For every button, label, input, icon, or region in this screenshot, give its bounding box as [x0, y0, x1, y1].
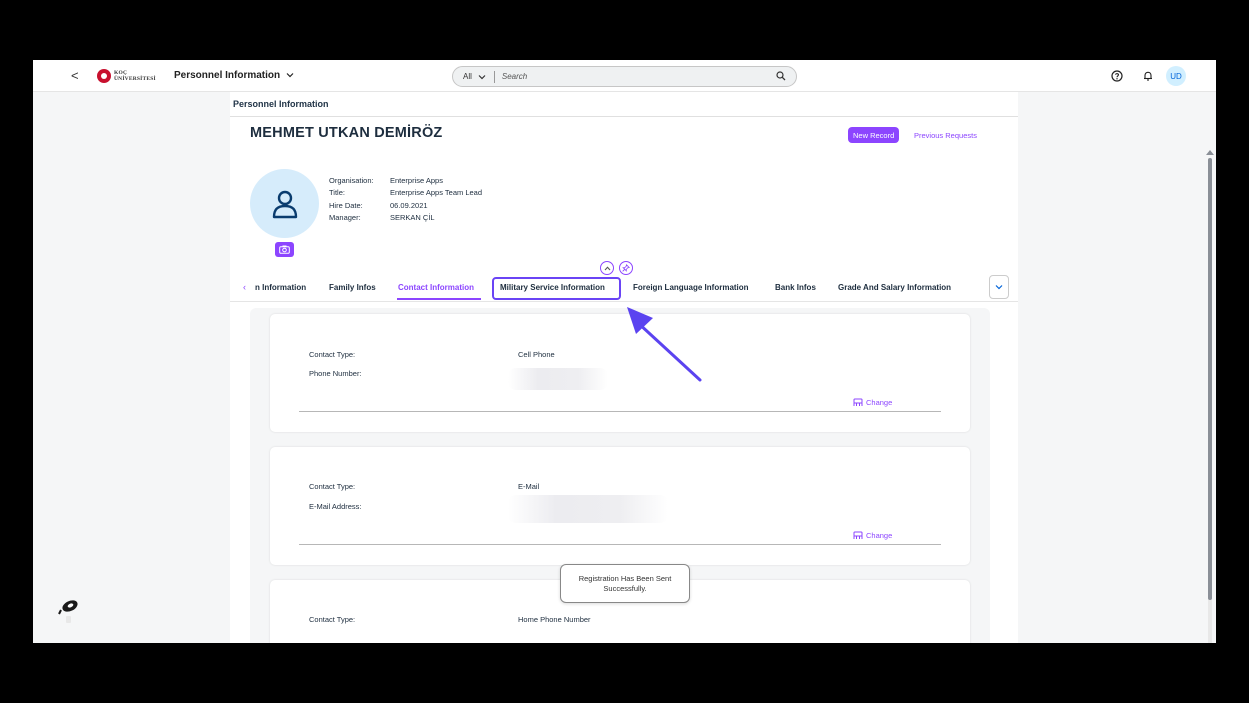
- email-address-value-redacted: [508, 495, 668, 523]
- tab-family-infos[interactable]: Family Infos: [329, 283, 376, 292]
- contact-type-value: E-Mail: [518, 482, 540, 491]
- info-row-organisation: Organisation: Enterprise Apps: [329, 176, 443, 185]
- chevron-down-icon: [478, 74, 486, 79]
- phone-number-label: Phone Number:: [309, 369, 362, 378]
- logo-mark-icon: [97, 69, 111, 83]
- scroll-up-icon[interactable]: [1206, 150, 1214, 155]
- contact-type-label: Contact Type:: [309, 615, 356, 624]
- page-scrollbar[interactable]: [1205, 150, 1215, 643]
- contact-type-value: Cell Phone: [518, 350, 555, 359]
- tab-foreign-language-information[interactable]: Foreign Language Information: [633, 283, 749, 292]
- breadcrumb: Personnel Information: [233, 99, 329, 109]
- edit-icon: [853, 398, 863, 406]
- tab-scroll-left-icon[interactable]: ‹: [243, 282, 246, 292]
- search-scope-value: All: [463, 72, 472, 81]
- header-controls: [600, 261, 633, 275]
- card-divider: [299, 544, 941, 545]
- contact-type-label: Contact Type:: [309, 350, 356, 359]
- change-button[interactable]: Change: [853, 531, 892, 540]
- email-address-label: E-Mail Address:: [309, 502, 362, 511]
- scroll-thumb[interactable]: [1208, 158, 1212, 600]
- contact-type-label: Contact Type:: [309, 482, 356, 491]
- contact-card-email: Contact Type: E-Mail E-Mail Address: Cha…: [270, 447, 970, 565]
- active-tab-indicator: [397, 298, 481, 300]
- header-divider: [230, 116, 1018, 117]
- search-bar: All Search: [452, 66, 797, 87]
- chevron-up-icon: [604, 265, 610, 270]
- collapse-header-button[interactable]: [600, 261, 614, 275]
- change-button[interactable]: Change: [853, 398, 892, 407]
- contact-card-cell-phone: Contact Type: Cell Phone Phone Number: C…: [270, 314, 970, 432]
- previous-requests-link[interactable]: Previous Requests: [914, 131, 977, 140]
- card-divider: [299, 411, 941, 412]
- university-logo[interactable]: KOÇ ÜNİVERSİTESİ: [97, 69, 156, 83]
- search-icon[interactable]: [774, 70, 788, 83]
- tab-personal-information[interactable]: n Information: [255, 283, 306, 292]
- user-avatar[interactable]: UD: [1166, 66, 1186, 86]
- change-photo-button[interactable]: [275, 242, 294, 257]
- edit-icon: [853, 531, 863, 539]
- employee-name: MEHMET UTKAN DEMİRÖZ: [250, 125, 443, 141]
- new-record-button[interactable]: New Record: [848, 127, 900, 143]
- employee-info: Organisation: Enterprise Apps Title: Enter…: [329, 175, 482, 224]
- phone-number-value-redacted: [508, 368, 608, 390]
- chevron-down-icon: [995, 285, 1003, 290]
- success-toast: Registration Has Been Sent Successfully.: [560, 564, 690, 603]
- object-page: Personnel Information MEHMET UTKAN DEMİR…: [230, 92, 1214, 643]
- notification-bell-icon[interactable]: [1141, 69, 1155, 83]
- info-row-manager: Manager: SERKAN ÇİL: [329, 212, 435, 222]
- app-title-menu[interactable]: Personnel Information: [174, 70, 294, 81]
- tab-highlight-box: [492, 277, 621, 300]
- app-title: Personnel Information: [174, 70, 281, 81]
- tab-contact-information[interactable]: Contact Information: [398, 283, 474, 292]
- shell-bar: < KOÇ ÜNİVERSİTESİ Personnel Information…: [33, 60, 1216, 92]
- back-button[interactable]: <: [71, 68, 79, 83]
- tab-bank-infos[interactable]: Bank Infos: [775, 283, 816, 292]
- app-window: < KOÇ ÜNİVERSİTESİ Personnel Information…: [33, 60, 1216, 643]
- pin-header-button[interactable]: [619, 261, 633, 275]
- user-icon: [272, 190, 297, 218]
- pin-icon: [622, 264, 630, 272]
- info-row-title: Title: Enterprise Apps Team Lead: [329, 188, 483, 198]
- camera-icon: [279, 245, 290, 254]
- search-scope-select[interactable]: All: [453, 72, 494, 81]
- logo-line-2: ÜNİVERSİTESİ: [114, 76, 156, 82]
- profile-photo: [250, 169, 319, 238]
- chevron-down-icon: [286, 73, 294, 78]
- search-input[interactable]: Search: [495, 72, 774, 81]
- assistant-launcher-icon[interactable]: [57, 598, 81, 629]
- info-row-hire-date: Hire Date: 06.09.2021: [329, 200, 428, 210]
- help-icon[interactable]: [1110, 69, 1124, 83]
- tab-bar: ‹ n Information Family Infos Contact Inf…: [230, 274, 1018, 302]
- contact-type-value: Home Phone Number: [518, 615, 591, 624]
- tab-grade-and-salary-information[interactable]: Grade And Salary Information: [838, 283, 951, 292]
- tab-overflow-button[interactable]: [989, 275, 1009, 299]
